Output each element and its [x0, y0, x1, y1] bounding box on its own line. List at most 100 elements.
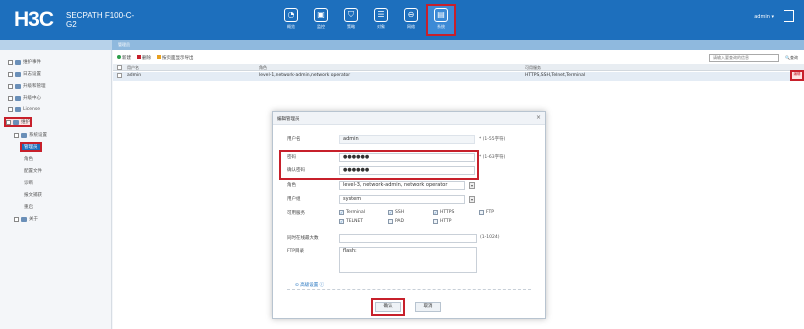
sidebar-item-license[interactable]: License [8, 107, 40, 112]
edit-link[interactable]: 编辑 [790, 70, 804, 81]
product-line-2: G2 [66, 20, 77, 29]
logo: H3C [14, 8, 54, 31]
col-username[interactable]: 用户名 [127, 65, 139, 71]
service-https[interactable]: ✓ HTTPS [433, 210, 454, 215]
service-label: HTTPS [440, 210, 455, 215]
shield-icon: ⛉ [344, 8, 358, 22]
expand-icon[interactable] [6, 119, 11, 125]
service-label: FTP [486, 210, 494, 215]
service-pad[interactable]: PAD [388, 219, 404, 224]
export-icon [157, 55, 161, 59]
sidebar-item-packet-capture[interactable]: 报文捕获 [24, 192, 42, 198]
dialog-header: 编辑管理员 × [273, 112, 545, 125]
expand-icon[interactable] [14, 132, 19, 138]
sidebar-item-reboot[interactable]: 重启 [24, 204, 33, 210]
search-button[interactable]: 🔍查询 [785, 55, 798, 61]
max-login-hint: (1-1024) [480, 235, 500, 240]
col-role[interactable]: 角色 [259, 65, 267, 71]
cancel-button[interactable]: 取消 [415, 302, 441, 312]
chevron-down-icon[interactable]: ▾ [469, 182, 475, 189]
delete-button[interactable]: 删除 [137, 55, 151, 61]
service-ssh[interactable]: ✓ SSH [388, 210, 404, 215]
folder-icon [21, 132, 27, 138]
nav-system[interactable]: ▤ 系统 [426, 4, 456, 36]
checkbox-icon [433, 219, 438, 224]
service-ftp[interactable]: FTP [479, 210, 494, 215]
nav-dashboard[interactable]: ◔ 概览 [278, 6, 304, 34]
nav-monitor[interactable]: ▣ 监控 [308, 6, 334, 34]
system-icon: ▤ [434, 8, 448, 22]
cell-role: level-1,network-admin,network operator [259, 73, 351, 78]
user-menu[interactable]: admin ▾ [754, 14, 774, 20]
sidebar-item-maintain[interactable]: 维护 [4, 117, 32, 127]
toolbar: 新建 删除 按页面显示导出 [113, 53, 804, 62]
expand-icon[interactable] [8, 95, 13, 101]
service-telnet[interactable]: ✓ TELNET [339, 219, 363, 224]
expand-icon[interactable] [8, 107, 13, 112]
expand-icon[interactable] [8, 59, 13, 65]
username-hint: * (1-55字符) [479, 137, 506, 142]
folder-icon [21, 216, 27, 222]
expand-icon[interactable] [8, 71, 13, 77]
nav-label: 系统 [437, 24, 445, 29]
service-label: PAD [395, 219, 404, 224]
export-button[interactable]: 按页面显示导出 [157, 55, 194, 61]
expand-icon[interactable] [14, 216, 19, 222]
sidebar: 维护事件 日志设置 升级和管理 升级中心 License 维护 系统设置 管理员… [0, 50, 112, 329]
chevron-down-icon[interactable]: ▾ [469, 196, 475, 203]
logout-icon[interactable] [784, 10, 794, 22]
nav-label: 策略 [347, 24, 355, 29]
sidebar-item-label: 配置文件 [24, 169, 42, 174]
network-icon: ⊖ [404, 8, 418, 22]
user-group-select[interactable]: system [339, 195, 465, 204]
nav-label: 网络 [407, 24, 415, 29]
nav-network[interactable]: ⊖ 网络 [398, 6, 424, 34]
nav-object[interactable]: ☰ 对象 [368, 6, 394, 34]
max-login-label: 同时在线最大数 [287, 236, 319, 241]
sidebar-item-system-settings[interactable]: 系统设置 [14, 132, 47, 138]
sub-bar: 管理员 [0, 40, 804, 50]
search-label: 查询 [789, 55, 798, 60]
sidebar-item-maintenance-event[interactable]: 维护事件 [8, 59, 41, 65]
sidebar-item-role[interactable]: 角色 [24, 156, 33, 162]
sidebar-item-label: 系统设置 [29, 133, 47, 138]
ftp-dir-field[interactable]: flash: [339, 247, 477, 273]
role-select[interactable]: level-3, network-admin, network operator [339, 181, 465, 190]
ok-button[interactable]: 确认 [375, 302, 401, 312]
sidebar-item-config-file[interactable]: 配置文件 [24, 168, 42, 174]
service-label: HTTP [440, 219, 452, 224]
sidebar-item-label: 日志设置 [23, 72, 41, 77]
nav-policy[interactable]: ⛉ 策略 [338, 6, 364, 34]
advanced-section: ⊙ 高级设置 ⓘ [287, 282, 531, 290]
sidebar-item-label: 升级中心 [23, 96, 41, 101]
select-all-checkbox[interactable] [117, 65, 122, 70]
table-header: 用户名 角色 可用服务 [113, 64, 804, 71]
advanced-toggle[interactable]: ⊙ 高级设置 ⓘ [293, 282, 327, 288]
checkbox-icon: ✓ [433, 210, 438, 215]
search-input[interactable]: 请输入要查询的信息 [709, 54, 779, 62]
top-header: H3C SECPATH F100-C- G2 ◔ 概览 ▣ 监控 ⛉ 策略 ☰ … [0, 0, 804, 40]
sidebar-item-upgrade-center[interactable]: 升级中心 [8, 95, 41, 101]
ftp-dir-label: FTP目录 [287, 249, 304, 254]
password-field[interactable]: ●●●●●● [339, 153, 475, 162]
max-login-field[interactable] [339, 234, 477, 243]
expand-icon[interactable] [8, 83, 13, 89]
sidebar-item-label: 维护事件 [23, 60, 41, 65]
sidebar-item-admin[interactable]: 管理员 [20, 142, 42, 152]
sidebar-item-upgrade-manage[interactable]: 升级和管理 [8, 83, 46, 89]
new-button[interactable]: 新建 [117, 55, 131, 61]
edit-admin-dialog: 编辑管理员 × 用户名 admin * (1-55字符) 密码 ●●●●●● *… [272, 111, 546, 319]
sidebar-item-about[interactable]: 关于 [14, 216, 38, 222]
sidebar-item-label: 重启 [24, 205, 33, 210]
row-checkbox[interactable] [117, 73, 122, 78]
delete-icon [137, 55, 141, 59]
sidebar-collapse-bar[interactable] [0, 40, 112, 50]
sidebar-item-diagnose[interactable]: 诊断 [24, 180, 33, 186]
col-services[interactable]: 可用服务 [525, 65, 541, 71]
service-terminal[interactable]: ✓ Terminal [339, 210, 365, 215]
close-icon[interactable]: × [536, 114, 541, 121]
sidebar-item-log-settings[interactable]: 日志设置 [8, 71, 41, 77]
service-http[interactable]: HTTP [433, 219, 452, 224]
confirm-password-field[interactable]: ●●●●●● [339, 166, 475, 175]
table-row[interactable]: admin level-1,network-admin,network oper… [113, 70, 804, 81]
